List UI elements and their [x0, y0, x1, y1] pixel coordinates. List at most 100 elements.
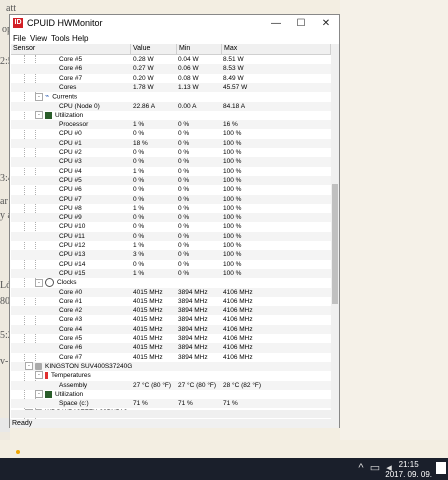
sensor-row[interactable]: CPU #12 1 % 0 % 100 %: [11, 241, 331, 250]
sensor-row[interactable]: Space (c:) 71 % 71 % 71 %: [11, 399, 331, 409]
sensor-row[interactable]: Core #4 4015 MHz 3894 MHz 4106 MHz: [11, 324, 331, 334]
sensor-min: 3894 MHz: [178, 297, 208, 305]
chevron-up-icon[interactable]: ^: [354, 461, 368, 475]
sensor-row[interactable]: - Utilization: [11, 111, 331, 120]
sensor-name: CPU #3: [59, 158, 82, 166]
sensor-row[interactable]: - Clocks: [11, 278, 331, 288]
sensor-row[interactable]: Core #5 0.28 W 0.04 W 8.51 W: [11, 55, 331, 64]
sensor-name: CPU #4: [59, 167, 82, 175]
sensor-name: CPU #2: [59, 149, 82, 156]
sensor-row[interactable]: CPU #7 0 % 0 % 100 %: [11, 194, 331, 204]
sensor-name: Processor: [59, 121, 89, 129]
sensor-row[interactable]: CPU #5 0 % 0 % 100 %: [11, 175, 331, 186]
sensor-name: Clocks: [57, 279, 77, 287]
notification-icon[interactable]: [436, 462, 446, 474]
sensor-label: Core #2: [59, 306, 82, 315]
header-value[interactable]: Value: [131, 44, 177, 54]
sensor-max: 8.53 W: [223, 65, 244, 73]
sensor-row[interactable]: CPU #14 0 % 0 % 100 %: [11, 260, 331, 269]
horizontal-scrollbar[interactable]: [11, 410, 331, 418]
sensor-row[interactable]: CPU #13 3 % 0 % 100 %: [11, 250, 331, 260]
sensor-row[interactable]: Core #7 0.20 W 0.08 W 8.49 W: [11, 74, 331, 83]
menu-file[interactable]: File: [13, 34, 26, 43]
sensor-min: 0 %: [178, 232, 190, 240]
clock-icon: [45, 278, 54, 288]
sensor-label: CPU #7: [59, 195, 82, 204]
current-icon: ⌁: [45, 93, 50, 101]
collapse-toggle[interactable]: -: [35, 278, 43, 287]
status-bar: Ready: [10, 419, 339, 428]
sensor-min: 0 %: [178, 214, 190, 222]
sensor-row[interactable]: Assembly 27 °C (80 °F) 27 °C (80 °F) 28 °C …: [11, 380, 331, 390]
sensor-row[interactable]: Core #2 4015 MHz 3894 MHz 4106 MHz: [11, 306, 331, 316]
sensor-row[interactable]: - KINGSTON SUV400S37240G: [11, 361, 331, 372]
taskbar-clock[interactable]: 21:15 2017. 09. 09.: [385, 460, 432, 480]
sensor-value: 0 %: [133, 176, 145, 184]
sensor-row[interactable]: CPU #0 0 % 0 % 100 %: [11, 129, 331, 138]
sensor-max: 4106 MHz: [223, 288, 253, 296]
minimize-button[interactable]: —: [265, 15, 287, 33]
sensor-tree[interactable]: Core #5 0.28 W 0.04 W 8.51 W Core #6 0.27 W 0.…: [11, 55, 331, 419]
sensor-row[interactable]: CPU #10 0 % 0 % 100 %: [11, 222, 331, 231]
network-icon[interactable]: ▭: [368, 461, 382, 475]
maximize-button[interactable]: ☐: [290, 15, 312, 33]
sensor-row[interactable]: CPU #9 0 % 0 % 100 %: [11, 213, 331, 223]
sensor-row[interactable]: CPU #11 0 % 0 % 100 %: [11, 231, 331, 241]
vertical-scrollbar[interactable]: [331, 44, 339, 419]
sensor-label: - Temperatures: [35, 371, 91, 380]
sensor-row[interactable]: CPU (Node 0) 22.86 A 0.00 A 84.18 A: [11, 101, 331, 111]
collapse-toggle[interactable]: -: [35, 111, 43, 120]
header-sensor[interactable]: Sensor: [11, 44, 131, 54]
sensor-label: CPU (Node 0): [59, 102, 100, 111]
collapse-toggle[interactable]: -: [25, 362, 33, 371]
sensor-label: CPU #4: [59, 167, 82, 176]
sensor-min: 3894 MHz: [178, 344, 208, 352]
sensor-label: Core #1: [59, 297, 82, 306]
sensor-row[interactable]: Cores 1.78 W 1.13 W 45.57 W: [11, 82, 331, 93]
sensor-row[interactable]: CPU #6 0 % 0 % 100 %: [11, 185, 331, 194]
header-min[interactable]: Min: [177, 44, 222, 54]
collapse-toggle[interactable]: -: [35, 390, 43, 399]
close-button[interactable]: ✕: [315, 15, 337, 33]
sensor-row[interactable]: CPU #1 18 % 0 % 100 %: [11, 138, 331, 148]
sensor-value: 0 %: [133, 223, 145, 231]
menu-view[interactable]: View: [30, 34, 47, 43]
sensor-min: 3894 MHz: [178, 335, 208, 342]
sensor-row[interactable]: CPU #3 0 % 0 % 100 %: [11, 157, 331, 167]
sensor-row[interactable]: Core #1 4015 MHz 3894 MHz 4106 MHz: [11, 297, 331, 306]
sensor-row[interactable]: Core #6 0.27 W 0.06 W 8.53 W: [11, 64, 331, 74]
sensor-min: 0 %: [178, 242, 190, 249]
sensor-row[interactable]: Core #7 4015 MHz 3894 MHz 4106 MHz: [11, 353, 331, 362]
sensor-value: 4015 MHz: [133, 307, 163, 315]
sensor-label: Space (c:): [59, 399, 89, 408]
sensor-row[interactable]: CPU #8 1 % 0 % 100 %: [11, 204, 331, 213]
sensor-label: Core #7: [59, 353, 82, 362]
header-max[interactable]: Max: [222, 44, 331, 54]
background-text: v-: [0, 356, 9, 367]
sensor-row[interactable]: - Utilization: [11, 390, 331, 399]
scrollbar-thumb[interactable]: [332, 184, 338, 304]
sensor-row[interactable]: CPU #4 1 % 0 % 100 %: [11, 167, 331, 176]
sensor-name: CPU #15: [59, 269, 86, 277]
sensor-min: 27 °C (80 °F): [178, 381, 217, 389]
sensor-name: Cores: [59, 83, 77, 91]
sensor-row[interactable]: Core #3 4015 MHz 3894 MHz 4106 MHz: [11, 315, 331, 324]
sensor-row[interactable]: Core #5 4015 MHz 3894 MHz 4106 MHz: [11, 334, 331, 343]
sensor-row[interactable]: Core #6 4015 MHz 3894 MHz 4106 MHz: [11, 343, 331, 353]
title-bar[interactable]: ID CPUID HWMonitor — ☐ ✕: [10, 15, 339, 33]
sensor-label: CPU #15: [59, 269, 85, 278]
collapse-toggle[interactable]: -: [35, 371, 43, 380]
sensor-row[interactable]: Processor 1 % 0 % 16 %: [11, 120, 331, 130]
sensor-row[interactable]: - ⌁ Currents: [11, 92, 331, 101]
sensor-value: 1 %: [133, 204, 145, 212]
sensor-row[interactable]: Core #0 4015 MHz 3894 MHz 4106 MHz: [11, 287, 331, 297]
sensor-value: 0 %: [133, 186, 145, 194]
sensor-row[interactable]: CPU #15 1 % 0 % 100 %: [11, 268, 331, 279]
collapse-toggle[interactable]: -: [35, 92, 43, 101]
sensor-row[interactable]: - Temperatures: [11, 371, 331, 380]
sensor-name: Core #6: [59, 344, 83, 352]
sensor-value: 1.78 W: [133, 83, 154, 91]
menu-tools[interactable]: Tools: [51, 34, 70, 43]
sensor-row[interactable]: CPU #2 0 % 0 % 100 %: [11, 148, 331, 157]
menu-help[interactable]: Help: [72, 34, 88, 43]
